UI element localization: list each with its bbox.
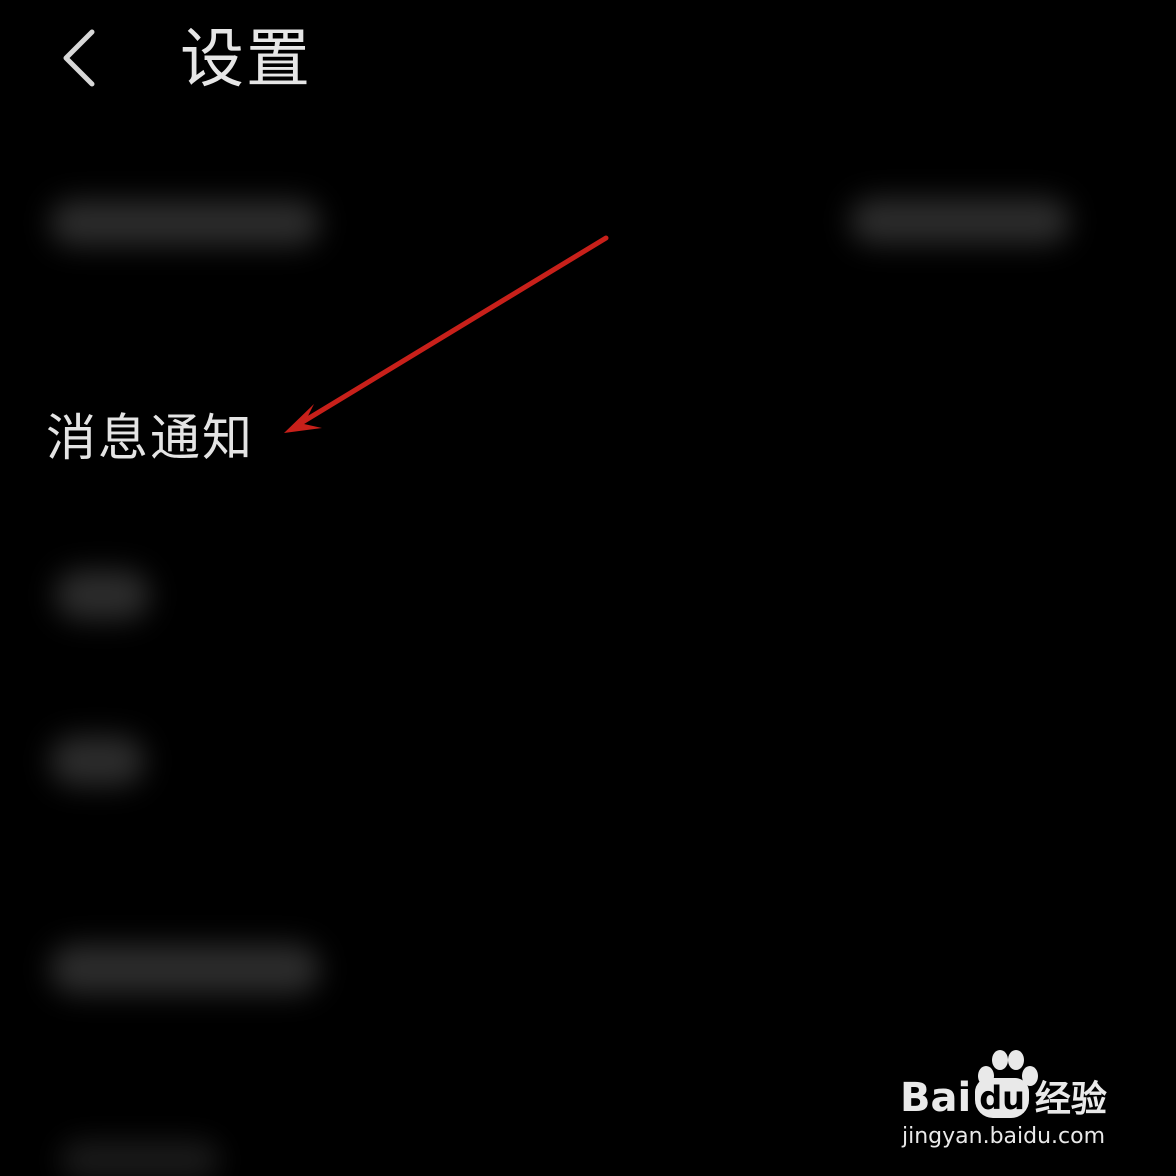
blurred-row-label xyxy=(50,944,320,994)
blurred-row-label xyxy=(50,736,145,786)
annotation-arrow xyxy=(284,235,609,433)
blurred-row-label xyxy=(60,1140,220,1176)
baidu-jingyan-watermark: Bai du 经验 jingyan.baidu.com xyxy=(900,1048,1140,1158)
watermark-brand-bai: Bai xyxy=(900,1075,972,1121)
settings-item-label: 消息通知 xyxy=(46,409,254,467)
chevron-left-icon xyxy=(63,29,95,87)
app-header: 设置 xyxy=(0,0,1176,130)
blurred-row-label xyxy=(55,570,150,620)
page-title: 设置 xyxy=(180,23,312,97)
watermark-brand-du: du xyxy=(975,1078,1029,1118)
blurred-row-value xyxy=(850,198,1070,244)
watermark-url: jingyan.baidu.com xyxy=(902,1124,1106,1149)
settings-item-message-notifications[interactable]: 消息通知 xyxy=(0,400,1176,480)
settings-screen: 设置 消息通知 Bai du 经验 jingyan.baidu.com xyxy=(0,0,1176,1176)
watermark-brand-cn: 经验 xyxy=(1034,1079,1107,1120)
back-button[interactable] xyxy=(52,24,122,94)
watermark-brand: Bai du 经验 xyxy=(900,1074,1107,1124)
blurred-row-label xyxy=(50,200,320,246)
